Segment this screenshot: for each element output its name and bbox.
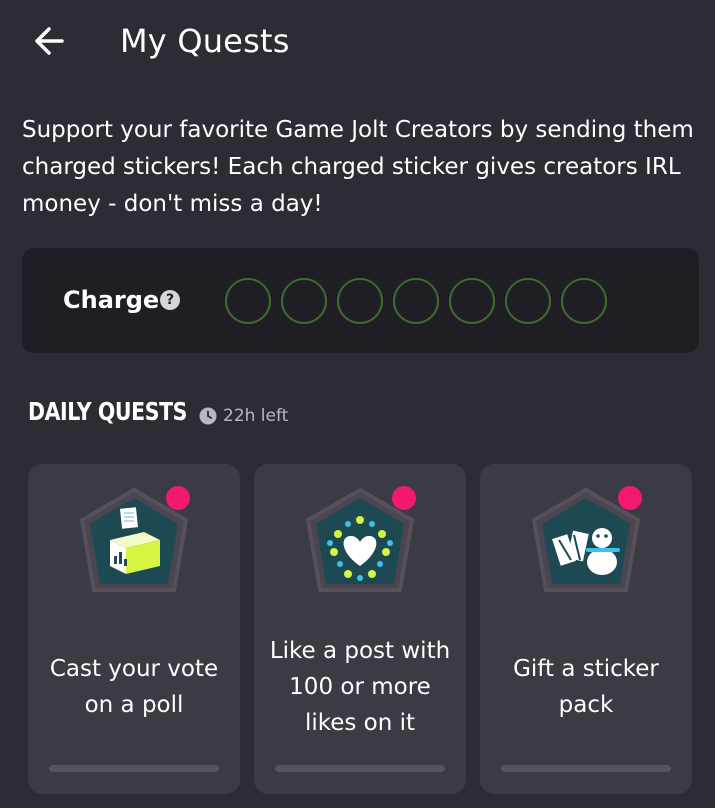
gift-snowman-icon — [531, 486, 642, 592]
daily-quests-heading: DAILY QUESTS — [28, 397, 188, 426]
quest-text: Gift a sticker pack — [513, 656, 659, 718]
quest-card-gift-sticker[interactable]: Gift a sticker pack — [480, 464, 692, 794]
time-left-text: 22h left — [223, 406, 289, 426]
charge-orb — [561, 278, 607, 324]
page-title: My Quests — [120, 22, 290, 60]
clock-icon — [199, 407, 217, 425]
charge-orb — [281, 278, 327, 324]
quest-progress-bar — [501, 765, 671, 772]
charge-label: Charge — [63, 286, 160, 314]
charge-orb — [337, 278, 383, 324]
intro-text: Support your favorite Game Jolt Creators… — [22, 117, 694, 217]
quest-text: Like a post with 100 or more likes on it — [269, 638, 451, 736]
hearts-icon — [305, 486, 416, 592]
charge-orb — [449, 278, 495, 324]
quest-progress-bar — [275, 765, 445, 772]
header: My Quests — [0, 0, 715, 86]
quest-progress-bar — [49, 765, 219, 772]
new-indicator — [618, 486, 642, 510]
ballot-box-icon — [79, 486, 190, 592]
new-indicator — [392, 486, 416, 510]
charge-orb — [393, 278, 439, 324]
back-button[interactable] — [30, 24, 70, 58]
new-indicator — [166, 486, 190, 510]
quest-card-like-post[interactable]: Like a post with 100 or more likes on it — [254, 464, 466, 794]
quest-card-vote-poll[interactable]: Cast your vote on a poll — [28, 464, 240, 794]
arrow-left-icon — [35, 27, 64, 55]
charge-panel: Charge ? — [22, 248, 699, 353]
help-icon[interactable]: ? — [160, 290, 180, 310]
charge-orb — [505, 278, 551, 324]
my-quests-page: My Quests Support your favorite Game Jol… — [0, 0, 715, 808]
quest-text: Cast your vote on a poll — [49, 656, 219, 718]
charge-orb — [225, 278, 271, 324]
